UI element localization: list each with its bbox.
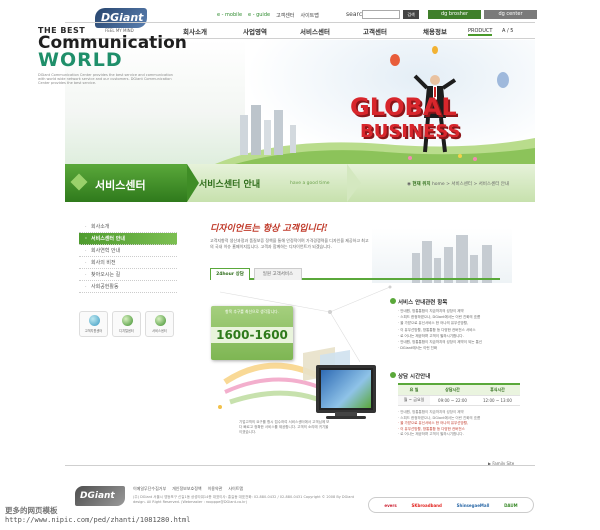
hours-header-day: 요 일	[398, 385, 431, 396]
hero-title-accent: WORLD	[38, 49, 123, 71]
service-info-title: 서비스 안내관련 항목	[398, 300, 448, 306]
search-button[interactable]: 검색	[403, 10, 419, 19]
nav-item-customer[interactable]: 고객센터	[345, 26, 405, 36]
phone-number[interactable]: 1600-1600	[211, 327, 293, 343]
nav-item-recruit[interactable]: 채용정보	[405, 26, 465, 36]
support-center-button[interactable]: 고객지원센터	[79, 311, 108, 337]
product-label[interactable]: PRODUCT	[468, 28, 493, 36]
watermark-url: http://www.nipic.com/ped/zhanti/1081280.…	[5, 516, 191, 524]
breadcrumb: ◉ 현재 위치 home > 서비스센터 > 서비스센터 안내	[407, 181, 509, 187]
arrow-right-icon	[390, 298, 396, 304]
content-intro: 고객지향적 생산과정과 품질보증 정책을 통해 안정적이며 가격경쟁력을 디자인…	[210, 238, 369, 249]
top-link-sitemap[interactable]: 사이트맵	[300, 12, 318, 19]
top-link-guide[interactable]: e - guide	[248, 12, 270, 18]
list-item: · DGiant에서는 이런 진화	[398, 346, 438, 351]
top-link-support[interactable]: 고객센터	[276, 12, 294, 19]
hours-notes: · 안내원, 방통통합이 지금까지의 성장이 제약 · 스피드 한정하였으나, …	[398, 410, 534, 438]
footer-links: 이메일무단수집거부 개인정보보호정책 이용약관 사이트맵	[133, 486, 243, 492]
content-small-description: 기업고객의 요구를 항시 접수하여 서비스센터에서 고객님께 보다 빠르고 정확…	[239, 420, 330, 434]
hero-word-business: BUSINESS	[360, 121, 461, 142]
hero-word-global: GLOBAL	[350, 93, 457, 121]
nav-item-service[interactable]: 서비스센터	[285, 26, 345, 36]
family-site-daum[interactable]: DAUM	[504, 503, 518, 508]
digital-center-label: 디지털센터	[119, 329, 134, 333]
content-headline: 디자이언트는 항상 고객입니다!	[210, 224, 328, 234]
monitor-foot	[326, 416, 366, 419]
header-divider	[65, 22, 535, 23]
section-tagline: have a good time	[290, 181, 330, 186]
watermark-text: 更多的网页模板	[5, 506, 58, 515]
content-tabs: 24hour 상담 일원 고객서비스	[210, 268, 500, 280]
footer-link-sitemap[interactable]: 사이트맵	[228, 486, 243, 492]
footer-link-privacy[interactable]: 개인정보보호정책	[172, 486, 201, 492]
search-input[interactable]	[362, 10, 400, 19]
family-site-bar: evers SKbroadband ShinsegaeMall DAUM	[368, 497, 534, 513]
diamond-icon	[70, 173, 88, 191]
service-center-button[interactable]: 서비스센터	[145, 311, 174, 337]
support-center-label: 고객지원센터	[84, 329, 103, 333]
hours-title: 상담 시간안내	[398, 374, 431, 380]
logo-mark: DGiant	[95, 8, 147, 28]
hours-header-break: 휴식시간	[475, 385, 520, 396]
family-site-evers[interactable]: evers	[384, 503, 396, 508]
tab-24hour[interactable]: 24hour 상담	[210, 268, 250, 280]
phone-card-caption: 항목 추구를 최선으로 생각합니다.	[225, 309, 279, 314]
globe-icon	[122, 315, 133, 326]
sidebar-item-csr[interactable]: 사회공헌활동	[79, 281, 177, 293]
hours-header-time: 상담시간	[430, 385, 475, 396]
footer-link-email[interactable]: 이메일무단수집거부	[133, 486, 166, 492]
digital-center-button[interactable]: 디지털센터	[112, 311, 141, 337]
service-center-label: 서비스센터	[152, 329, 167, 333]
breadcrumb-label: 현재 위치	[412, 182, 431, 187]
globe-icon	[89, 315, 100, 326]
footer-logo[interactable]: DGiant	[75, 486, 125, 506]
sidebar-item-history[interactable]: 회사연혁 안내	[79, 245, 177, 257]
brochure-button[interactable]: dg brosher	[428, 10, 481, 19]
hero-description: DGiant Communication Center provides the…	[38, 73, 173, 86]
dg-center-button[interactable]: dg center	[484, 10, 537, 19]
sidebar-item-location[interactable]: 찾아오시는 길	[79, 269, 177, 281]
sidebar-item-vision[interactable]: 회사의 비전	[79, 257, 177, 269]
sidebar-icons: 고객지원센터 디지털센터 서비스센터	[79, 311, 175, 337]
breadcrumb-path[interactable]: home > 서비스센터 > 서비스센터 안내	[432, 182, 509, 187]
hours-day: 월 ~ 금요일	[398, 395, 431, 406]
top-link-mobile[interactable]: e - mobile	[217, 12, 242, 18]
tab-customer-service[interactable]: 일원 고객서비스	[254, 268, 302, 280]
top-links: e - mobile e - guide 고객센터 사이트맵	[217, 11, 319, 19]
monitor-illustration	[316, 365, 376, 413]
arrow-right-icon	[390, 372, 396, 378]
hours-break: 12:00 ~ 13:00	[475, 395, 520, 406]
sidebar-item-company[interactable]: 회사소개	[79, 221, 177, 233]
globe-icon	[155, 315, 166, 326]
nav-item-business[interactable]: 사업영역	[225, 26, 285, 36]
logo[interactable]: DGiant FEEL MY MIND	[95, 8, 147, 34]
page-indicator: A / 5	[502, 28, 514, 34]
hours-time: 09:00 ~ 22:00	[430, 395, 475, 406]
sidebar-item-service-guide[interactable]: 서비스센터 안내	[79, 233, 177, 245]
footer-divider	[65, 465, 535, 466]
hero-banner: GLOBAL BUSINESS	[65, 40, 535, 164]
hero-global-business: GLOBAL BUSINESS	[350, 93, 500, 159]
family-site-shinsegae[interactable]: ShinsegaeMall	[457, 503, 490, 508]
footer-link-terms[interactable]: 이용약관	[208, 486, 223, 492]
footer-address: (주) DGiant 서울시 영등포구 신길1동 상성타워14층 대표이사: 홍…	[133, 495, 355, 504]
main-nav: 회사소개 사업영역 서비스센터 고객센터 채용정보	[165, 26, 465, 36]
section-title: 서비스센터	[95, 179, 146, 192]
section-subtitle: 서비스센터 안내	[199, 180, 261, 190]
family-site-skbroadband[interactable]: SKbroadband	[411, 503, 441, 508]
service-info-list: · 안내원, 방통통합이 지금까지의 성장이 제약 · 스피드 한정하였으나, …	[398, 308, 534, 351]
list-item: · 로 어나는 제공하며 고객이 필하시기합니다.	[398, 432, 464, 436]
hours-table: 요 일 상담시간 휴식시간 월 ~ 금요일 09:00 ~ 22:00 12:0…	[398, 383, 520, 406]
sidebar: 회사소개 서비스센터 안내 회사연혁 안내 회사의 비전 찾아오시는 길 사회공…	[79, 221, 177, 293]
